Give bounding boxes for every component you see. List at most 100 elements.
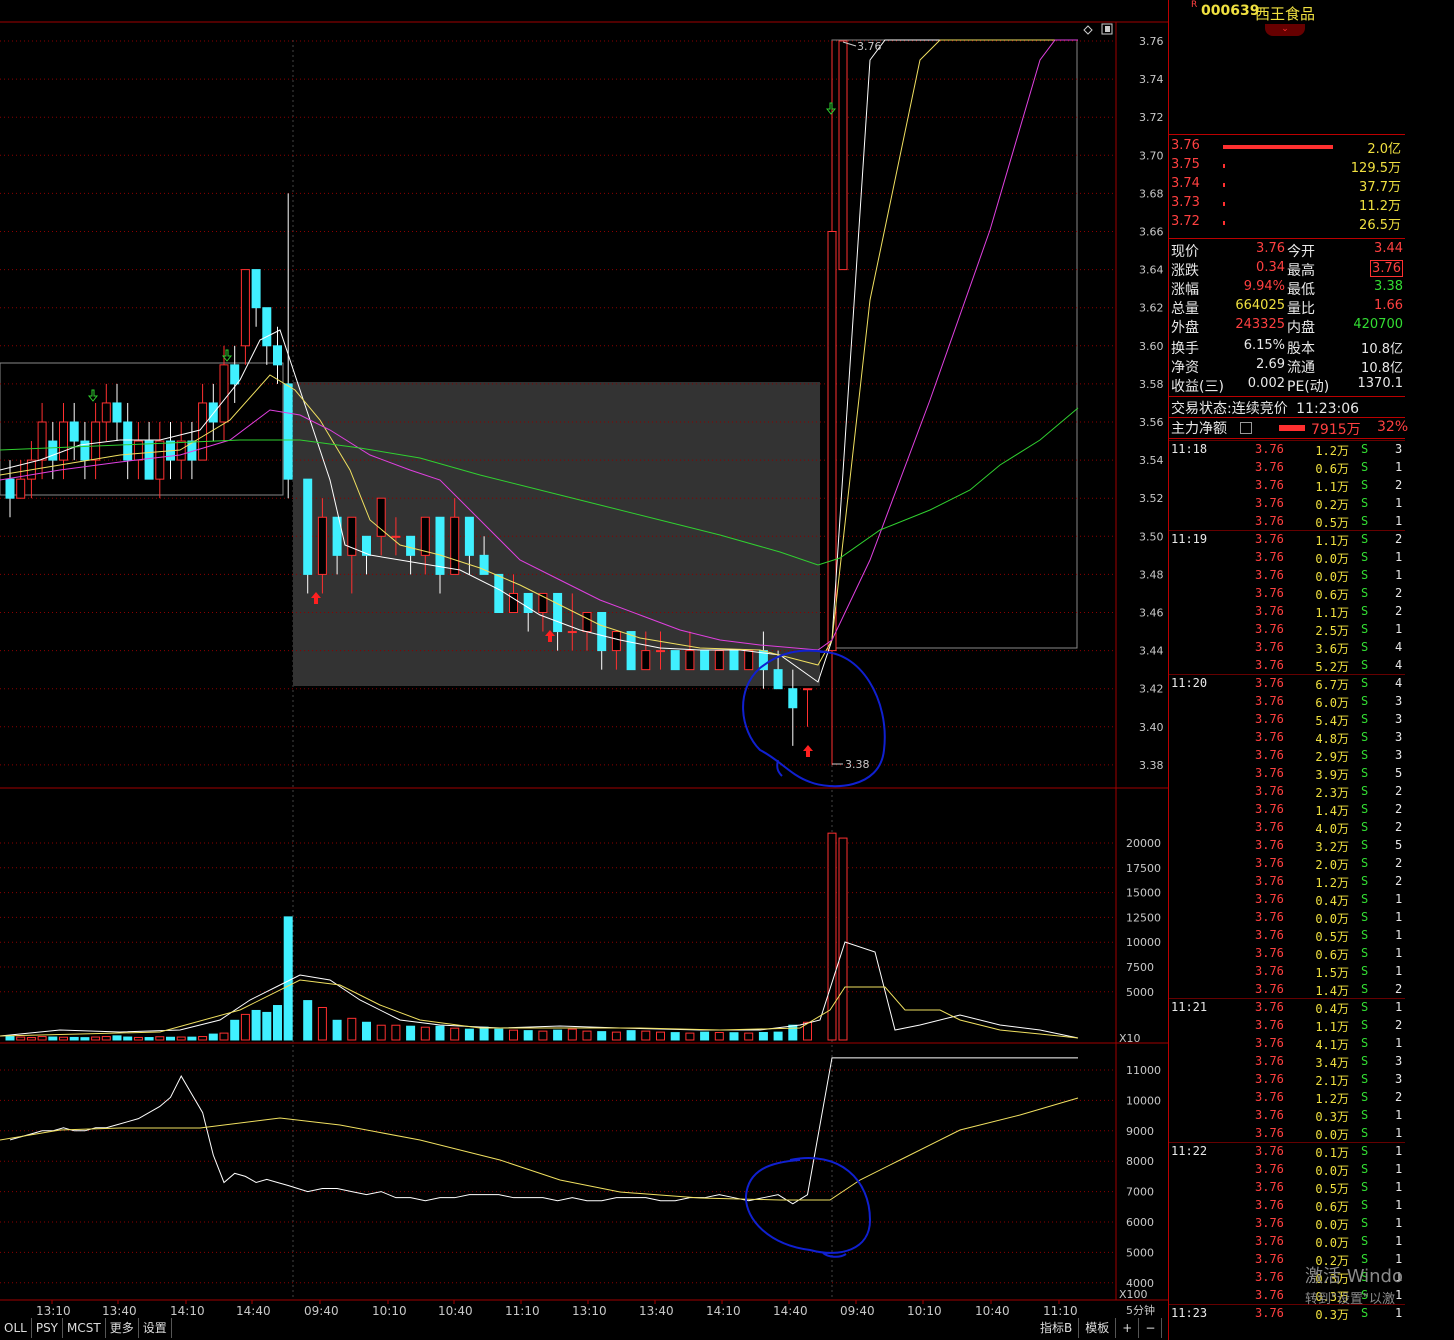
- order-volume-bar: [1223, 183, 1225, 187]
- order-volume-bar: [1223, 145, 1333, 149]
- candle-body: [376, 497, 386, 537]
- time-tick: 09:40: [840, 1304, 875, 1318]
- candle-body: [838, 40, 848, 271]
- detail-icon[interactable]: [1240, 422, 1252, 434]
- candle-body: [283, 383, 293, 480]
- candle-body: [567, 631, 577, 634]
- order-book-row[interactable]: 3.73 11.2万: [1169, 195, 1405, 214]
- candle-body: [597, 612, 607, 652]
- volume-tick: 20000: [1126, 837, 1161, 850]
- volume-bar: [332, 1019, 342, 1041]
- price-tick: 3.76: [1139, 35, 1164, 48]
- volume-bar: [317, 1006, 327, 1041]
- bottom-right-tab-2[interactable]: +: [1116, 1318, 1140, 1338]
- time-tick: 11:10: [1043, 1304, 1078, 1318]
- order-volume-bar: [1223, 202, 1225, 206]
- volume-unit-label: X10: [1119, 1032, 1141, 1045]
- tick-row: 3.76 6.0万 S 3: [1255, 694, 1403, 710]
- indicator-tab-3[interactable]: 更多: [106, 1318, 139, 1338]
- volume-bar: [376, 1024, 386, 1041]
- bottom-right-tab-1[interactable]: 模板: [1079, 1318, 1117, 1338]
- tick-row: 3.76 0.5万 S 1: [1255, 1180, 1403, 1196]
- volume-bar: [219, 1032, 229, 1041]
- tick-row: 3.76 0.0万 S 1: [1255, 910, 1403, 926]
- quote-row: 换手 6.15% 股本 10.8亿: [1171, 338, 1403, 357]
- stock-badge: R: [1191, 0, 1198, 10]
- quote-row: 涨跌 0.34 最高 3.76: [1171, 260, 1403, 279]
- volume-bar: [187, 1036, 197, 1041]
- volume-bar: [5, 1035, 15, 1041]
- volume-bar: [16, 1036, 26, 1041]
- volume-bar: [827, 832, 837, 1041]
- time-tick: 14:40: [773, 1304, 808, 1318]
- candle-body: [670, 650, 680, 671]
- price-tick: 3.70: [1139, 149, 1164, 162]
- volume-bar: [112, 1035, 122, 1041]
- price-tick: 3.58: [1139, 378, 1164, 391]
- candle-body: [91, 421, 101, 461]
- tick-row: 3.76 3.6万 S 4: [1255, 640, 1403, 656]
- candle-body: [788, 688, 798, 709]
- candle-body: [262, 307, 272, 347]
- tick-row: 11:18 3.76 1.2万 S 3: [1171, 442, 1403, 458]
- tick-row: 3.76 3.2万 S 5: [1255, 838, 1403, 854]
- bottom-right-tab-3[interactable]: −: [1139, 1318, 1163, 1338]
- volume-bar: [611, 1031, 621, 1041]
- svg-text:3.76: 3.76: [857, 40, 882, 53]
- volume-bar: [464, 1028, 474, 1041]
- order-book-row[interactable]: 3.72 26.5万: [1169, 214, 1405, 233]
- indicator-tab-2[interactable]: MCST: [63, 1318, 106, 1338]
- volume-bar: [406, 1025, 416, 1041]
- volume-tick: 10000: [1126, 936, 1161, 949]
- volume-bar: [714, 1032, 724, 1041]
- volume-bar: [251, 1009, 261, 1041]
- tick-row: 3.76 2.5万 S 1: [1255, 622, 1403, 638]
- candle-body: [611, 631, 621, 652]
- time-tick: 13:40: [639, 1304, 674, 1318]
- candle-body: [347, 516, 357, 556]
- volume-tick: 15000: [1126, 887, 1161, 900]
- candle-body: [230, 364, 240, 385]
- bottom-right-tab-0[interactable]: 指标B: [1034, 1318, 1080, 1338]
- price-tick: 3.48: [1139, 568, 1164, 581]
- candle-body: [479, 554, 489, 575]
- volume-bar: [69, 1036, 79, 1041]
- period-label[interactable]: 5分钟: [1126, 1303, 1155, 1317]
- order-volume-bar: [1223, 164, 1225, 168]
- volume-bar: [198, 1036, 208, 1041]
- candle-body: [391, 535, 401, 538]
- trade-status-row: 交易状态:连续竞价 11:23:06: [1171, 401, 1360, 417]
- indicator-tab-0[interactable]: OLL: [0, 1318, 32, 1338]
- indicator-tab-1[interactable]: PSY: [32, 1318, 64, 1338]
- price-tick: 3.54: [1139, 454, 1164, 467]
- candle-body: [112, 402, 122, 423]
- candle-body: [685, 650, 695, 671]
- order-book-row[interactable]: 3.74 37.7万: [1169, 176, 1405, 195]
- tick-row: 3.76 0.0万 S 1: [1255, 568, 1403, 584]
- volume-bar: [567, 1028, 577, 1041]
- tick-row: 3.76 2.0万 S 2: [1255, 856, 1403, 872]
- tick-row: 11:19 3.76 1.1万 S 2: [1171, 532, 1403, 548]
- indicator-tab-4[interactable]: 设置: [139, 1318, 172, 1338]
- candle-body: [251, 269, 261, 309]
- volume-bar: [538, 1030, 548, 1041]
- volume-bar: [166, 1036, 175, 1041]
- time-tick: 13:10: [36, 1304, 71, 1318]
- candle-body: [700, 650, 710, 671]
- time-tick: 13:10: [572, 1304, 607, 1318]
- volume-bar: [273, 1005, 282, 1041]
- candle-body: [494, 573, 504, 614]
- candle-body: [16, 478, 26, 499]
- candle-body: [69, 421, 79, 442]
- volume-tick: 7500: [1126, 961, 1154, 974]
- indicator-tick: 6000: [1126, 1216, 1154, 1229]
- chart-area[interactable]: 3.76 3.74 3.72 3.70 3.68 3.66 3.64 3.62 3.60 3.58…: [0, 0, 1168, 1318]
- volume-bar: [670, 1032, 680, 1041]
- candle-body: [420, 516, 430, 556]
- volume-bar: [26, 1037, 36, 1041]
- collapse-chevron-icon[interactable]: ⌄: [1265, 24, 1305, 36]
- time-tick: 10:10: [372, 1304, 407, 1318]
- order-book-row[interactable]: 3.76 2.0亿: [1169, 138, 1405, 157]
- volume-bar: [641, 1030, 651, 1041]
- order-book-row[interactable]: 3.75 129.5万: [1169, 157, 1405, 176]
